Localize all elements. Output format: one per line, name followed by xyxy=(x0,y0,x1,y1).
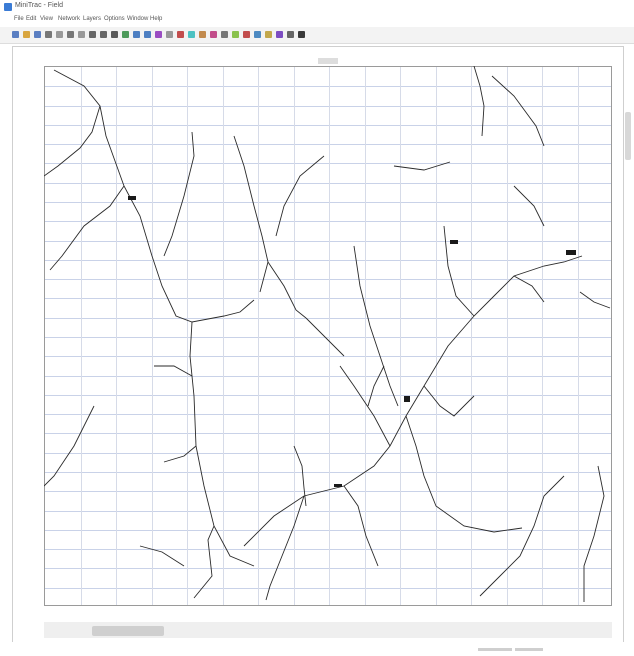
stream-segment xyxy=(339,365,391,447)
stream-segment xyxy=(44,405,95,487)
stream-segment xyxy=(583,465,605,602)
label-icon[interactable] xyxy=(221,31,228,38)
cut-icon[interactable] xyxy=(56,31,63,38)
stream-segment xyxy=(53,69,255,323)
stream-segment xyxy=(139,545,185,567)
stream-segment xyxy=(189,321,255,567)
status-field-coordinates xyxy=(478,648,512,651)
window-titlebar: MiniTrac - Field xyxy=(0,0,634,14)
junction-marker xyxy=(450,240,458,244)
junction-marker xyxy=(404,396,410,402)
redo-icon[interactable] xyxy=(100,31,107,38)
stream-segment xyxy=(305,317,345,357)
node-icon[interactable] xyxy=(188,31,195,38)
layer-icon[interactable] xyxy=(276,31,283,38)
stream-segment xyxy=(243,255,583,547)
stream-segment xyxy=(513,185,545,227)
menu-help[interactable]: Help xyxy=(150,16,162,22)
stream-segment xyxy=(367,365,385,407)
junction-marker xyxy=(334,484,342,487)
menu-view[interactable]: View xyxy=(40,16,53,22)
grid-icon[interactable] xyxy=(166,31,173,38)
menu-edit[interactable]: Edit xyxy=(26,16,36,22)
menu-options[interactable]: Options xyxy=(104,16,125,22)
open-icon[interactable] xyxy=(23,31,30,38)
stream-segment xyxy=(393,161,451,171)
stream-segment xyxy=(275,155,325,237)
stream-segment xyxy=(44,105,101,177)
stream-segment xyxy=(163,131,195,257)
copy-icon[interactable] xyxy=(67,31,74,38)
menu-window[interactable]: Window xyxy=(127,16,148,22)
stream-segment xyxy=(443,225,475,317)
settings-icon[interactable] xyxy=(287,31,294,38)
zoom-in-icon[interactable] xyxy=(133,31,140,38)
stream-network[interactable] xyxy=(44,66,612,606)
flag-icon[interactable] xyxy=(210,31,217,38)
stream-segment xyxy=(49,185,125,271)
new-icon[interactable] xyxy=(12,31,19,38)
zoom-fit-icon[interactable] xyxy=(155,31,162,38)
stream-segment xyxy=(163,445,197,463)
stream-segment xyxy=(265,495,305,601)
pan-icon[interactable] xyxy=(122,31,129,38)
stream-segment xyxy=(293,445,307,507)
link-icon[interactable] xyxy=(199,31,206,38)
plot-title xyxy=(318,58,338,64)
menu-layers[interactable]: Layers xyxy=(83,16,101,22)
help-icon[interactable] xyxy=(298,31,305,38)
stream-segment xyxy=(193,525,215,599)
menu-bar: File Edit View Network Layers Options Wi… xyxy=(0,14,634,26)
stream-segment xyxy=(513,275,545,303)
stream-segment xyxy=(343,485,379,567)
stream-segment xyxy=(154,365,193,377)
menu-network[interactable]: Network xyxy=(58,16,80,22)
junction-marker xyxy=(128,196,136,200)
menu-file[interactable]: File xyxy=(14,16,24,22)
stream-segment xyxy=(579,291,611,309)
stream-segment xyxy=(233,135,269,293)
status-field-zoom xyxy=(515,648,543,651)
stream-segment xyxy=(267,261,307,319)
print-icon[interactable] xyxy=(45,31,52,38)
vertical-scrollbar-thumb[interactable] xyxy=(625,112,631,160)
app-icon xyxy=(4,3,12,11)
delete-icon[interactable] xyxy=(243,31,250,38)
stream-segment xyxy=(479,475,565,597)
color-icon[interactable] xyxy=(232,31,239,38)
window-title: MiniTrac - Field xyxy=(15,2,63,9)
horizontal-scrollbar-thumb[interactable] xyxy=(92,626,164,636)
junction-marker xyxy=(566,250,576,255)
toolbar xyxy=(0,27,634,44)
save-icon[interactable] xyxy=(34,31,41,38)
stream-segment xyxy=(491,75,545,147)
measure-icon[interactable] xyxy=(177,31,184,38)
filter-icon[interactable] xyxy=(254,31,261,38)
zoom-out-icon[interactable] xyxy=(144,31,151,38)
undo-icon[interactable] xyxy=(89,31,96,38)
stream-segment xyxy=(405,415,523,533)
stream-segment xyxy=(473,66,485,137)
select-icon[interactable] xyxy=(111,31,118,38)
paste-icon[interactable] xyxy=(78,31,85,38)
stream-segment xyxy=(423,385,475,417)
legend-icon[interactable] xyxy=(265,31,272,38)
